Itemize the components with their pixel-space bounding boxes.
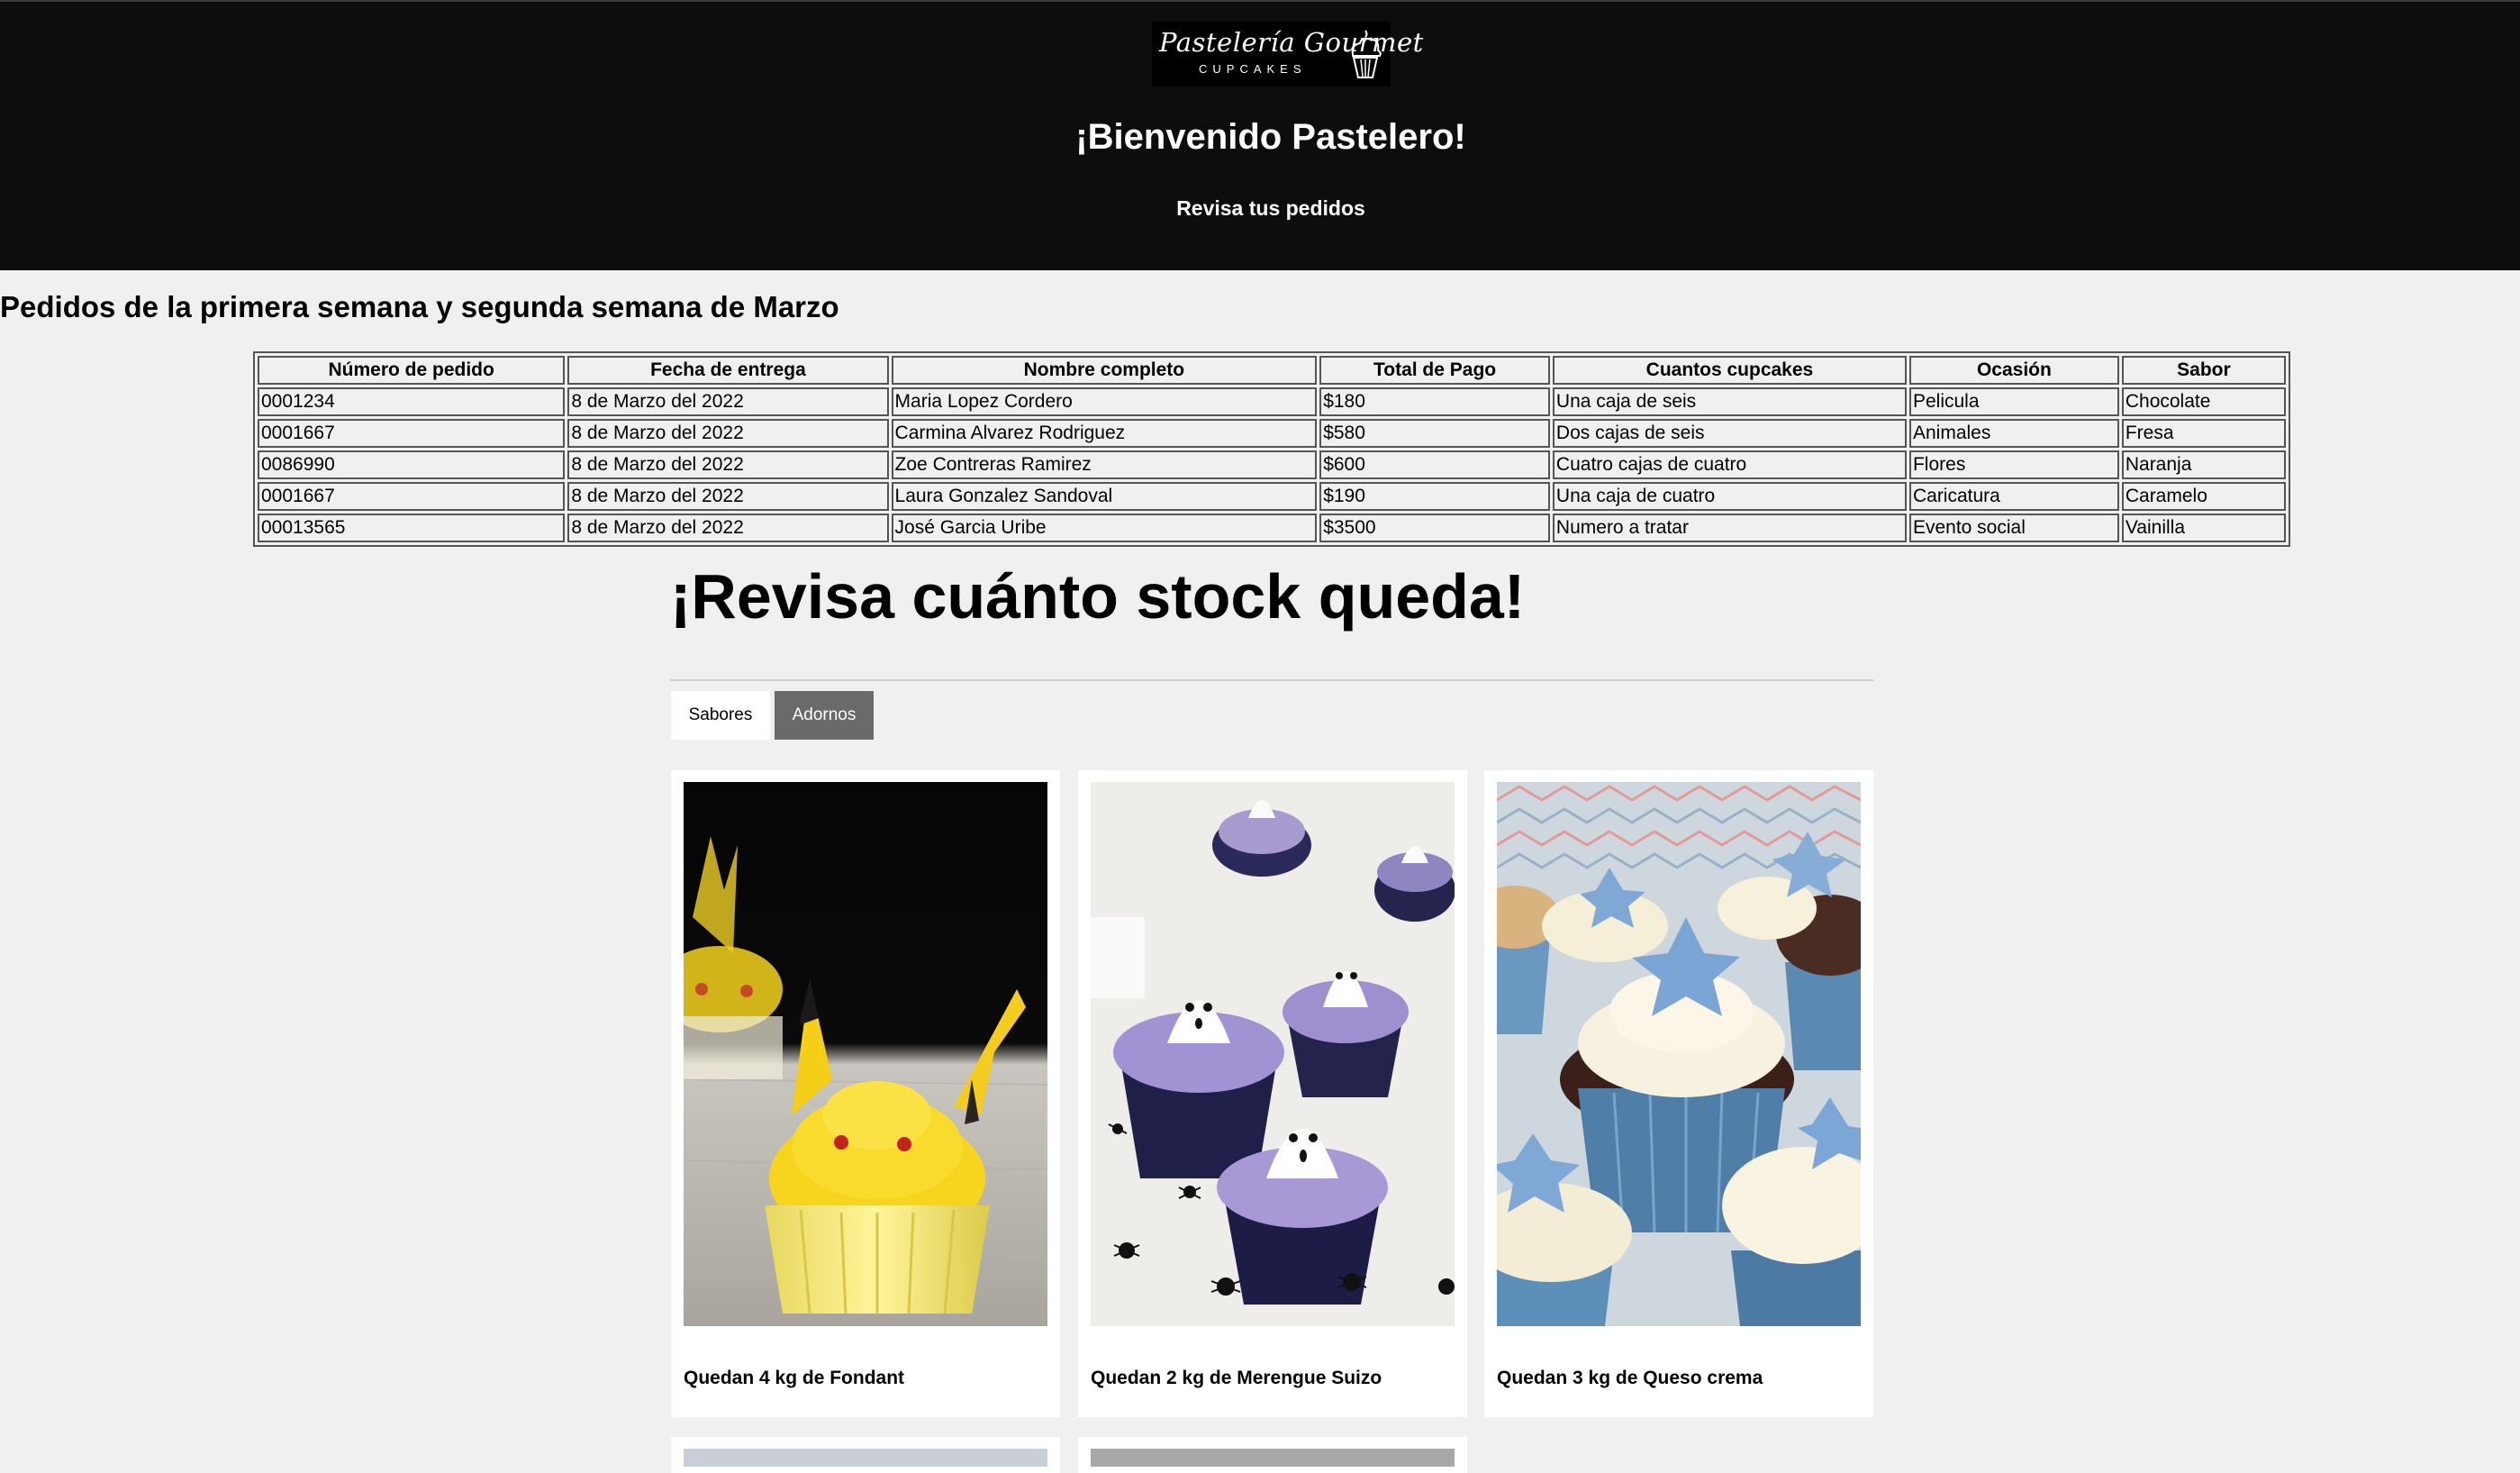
column-header-cupcake-count: Cuantos cupcakes [1552, 356, 1907, 385]
site-header: Pastelería Gourmet CUPCAKES ¡Bienvenido … [0, 0, 2520, 270]
table-cell: 00013565 [258, 514, 566, 542]
stock-card-queso-crema[interactable]: Quedan 3 kg de Queso crema [1484, 770, 1873, 1417]
table-cell: Numero a tratar [1552, 514, 1907, 542]
table-cell: $3500 [1319, 514, 1550, 542]
table-cell: Zoe Contreras Ramirez [891, 450, 1318, 479]
table-cell: Pelicula [1908, 387, 2119, 416]
table-cell: Caricatura [1908, 482, 2119, 511]
star-cupcakes-photo [1497, 782, 1861, 1326]
cupcake-logo-icon [1351, 30, 1382, 78]
header-subtitle: Revisa tus pedidos [1176, 196, 1365, 220]
table-cell: Maria Lopez Cordero [891, 387, 1318, 416]
table-cell: Flores [1908, 450, 2119, 479]
table-row: 00013565 8 de Marzo del 2022 José Garcia… [258, 514, 2286, 542]
tab-adornos[interactable]: Adornos [775, 691, 874, 740]
table-cell: Una caja de cuatro [1552, 482, 1907, 511]
table-cell: 8 de Marzo del 2022 [567, 482, 889, 511]
pikachu-cupcake-photo [684, 782, 1047, 1326]
welcome-heading: ¡Bienvenido Pastelero! [1075, 117, 1466, 157]
table-cell: 0001234 [258, 387, 566, 416]
card-caption: Quedan 2 kg de Merengue Suizo [1091, 1368, 1382, 1388]
card-caption: Quedan 3 kg de Queso crema [1497, 1368, 1763, 1388]
column-header-delivery-date: Fecha de entrega [567, 356, 889, 385]
ghost-meringue-cupcakes-photo [1091, 782, 1455, 1326]
table-cell: Chocolate [2121, 387, 2286, 416]
stock-card-partial[interactable] [671, 1437, 1060, 1473]
column-header-flavor: Sabor [2121, 356, 2286, 385]
table-header-row: Número de pedido Fecha de entrega Nombre… [258, 356, 2286, 385]
table-cell: 8 de Marzo del 2022 [567, 514, 889, 542]
table-row: 0001234 8 de Marzo del 2022 Maria Lopez … [258, 387, 2286, 416]
table-cell: Caramelo [2121, 482, 2286, 511]
column-header-order-number: Número de pedido [258, 356, 566, 385]
table-cell: 8 de Marzo del 2022 [567, 419, 889, 448]
table-cell: José Garcia Uribe [891, 514, 1318, 542]
section-divider [670, 679, 1873, 681]
logo-text: Pastelería Gourmet [1159, 27, 1424, 58]
table-cell: Vainilla [2121, 514, 2286, 542]
card-photo [1091, 1449, 1455, 1467]
table-cell: Fresa [2121, 419, 2286, 448]
bakery-logo[interactable]: Pastelería Gourmet CUPCAKES [1152, 22, 1424, 86]
table-cell: Carmina Alvarez Rodriguez [891, 419, 1318, 448]
table-cell: Laura Gonzalez Sandoval [891, 482, 1318, 511]
column-header-full-name: Nombre completo [891, 356, 1318, 385]
table-row: 0086990 8 de Marzo del 2022 Zoe Contrera… [258, 450, 2286, 479]
card-photo [684, 1449, 1047, 1467]
orders-table: Número de pedido Fecha de entrega Nombre… [253, 351, 2290, 547]
table-cell: $180 [1319, 387, 1550, 416]
table-cell: Dos cajas de seis [1552, 419, 1907, 448]
table-row: 0001667 8 de Marzo del 2022 Laura Gonzal… [258, 482, 2286, 511]
card-caption: Quedan 4 kg de Fondant [684, 1368, 905, 1388]
table-cell: 0001667 [258, 419, 566, 448]
table-cell: Naranja [2121, 450, 2286, 479]
table-cell: Animales [1908, 419, 2119, 448]
column-header-total: Total de Pago [1319, 356, 1550, 385]
table-row: 0001667 8 de Marzo del 2022 Carmina Alva… [258, 419, 2286, 448]
stock-card-partial[interactable] [1078, 1437, 1467, 1473]
stock-title: ¡Revisa cuánto stock queda! [670, 561, 1526, 632]
stock-card-fondant[interactable]: Quedan 4 kg de Fondant [671, 770, 1060, 1417]
table-cell: 8 de Marzo del 2022 [567, 450, 889, 479]
logo-subtext: CUPCAKES [1199, 62, 1307, 76]
table-cell: Una caja de seis [1552, 387, 1907, 416]
table-cell: Evento social [1908, 514, 2119, 542]
table-cell: 0086990 [258, 450, 566, 479]
table-cell: $600 [1319, 450, 1550, 479]
stock-card-merengue[interactable]: Quedan 2 kg de Merengue Suizo [1078, 770, 1467, 1417]
orders-title: Pedidos de la primera semana y segunda s… [0, 290, 839, 323]
table-cell: $580 [1319, 419, 1550, 448]
column-header-occasion: Ocasión [1908, 356, 2119, 385]
table-cell: 0001667 [258, 482, 566, 511]
table-cell: $190 [1319, 482, 1550, 511]
table-cell: 8 de Marzo del 2022 [567, 387, 889, 416]
tab-sabores[interactable]: Sabores [671, 691, 770, 740]
table-cell: Cuatro cajas de cuatro [1552, 450, 1907, 479]
